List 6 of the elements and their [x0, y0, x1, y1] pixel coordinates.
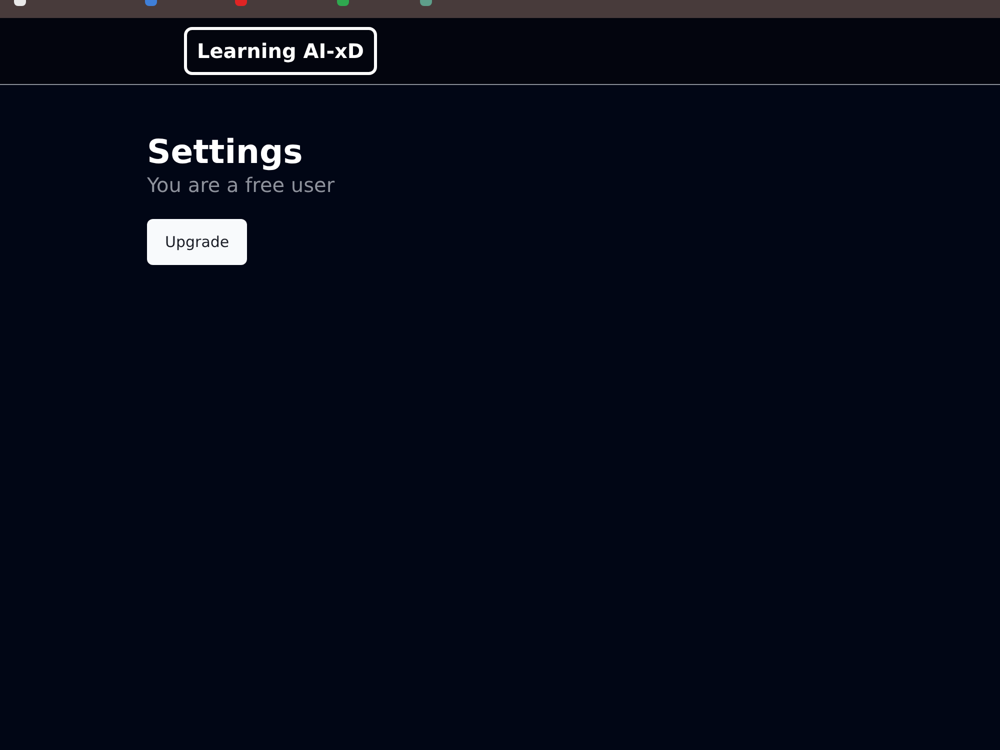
bookmark-icon[interactable]: [337, 0, 349, 6]
upgrade-button[interactable]: Upgrade: [147, 219, 248, 265]
logo-link[interactable]: Learning AI-xD: [184, 27, 378, 75]
bookmark-icon[interactable]: [14, 0, 26, 6]
plan-status-text: You are a free user: [147, 172, 335, 198]
page-title: Settings: [147, 132, 303, 172]
